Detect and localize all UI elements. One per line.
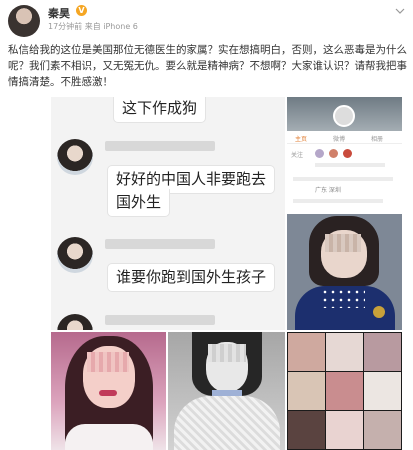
post-meta: 17分钟前 来自 iPhone 6 — [48, 22, 138, 31]
chat-bubble: 这下作成狗 — [113, 97, 207, 123]
follower-avatar — [315, 149, 324, 158]
blurred-name — [105, 239, 215, 249]
portrait-image[interactable] — [51, 332, 166, 450]
tab-home: 主页 — [295, 136, 308, 143]
profile-screenshot-image[interactable]: 主页 微博 相册 关注 广东 深圳 — [287, 97, 402, 212]
tab-weibo: 微博 — [333, 136, 346, 143]
image-grid: 这下作成狗 好好的中国人非要跑去 国外生 谁要你跑到国外生孩子 主页 微博 相册… — [51, 97, 402, 450]
portrait-image[interactable] — [168, 332, 285, 450]
post-text: 私信给我的这位是美国那位无德医生的家属？实在想搞明白，否则，这么恶毒是为什么呢？… — [8, 44, 407, 88]
location-label: 广东 深圳 — [315, 187, 341, 194]
author-avatar[interactable] — [8, 5, 40, 37]
chevron-down-icon[interactable] — [395, 6, 405, 16]
verified-icon: V — [76, 5, 87, 16]
chat-avatar — [57, 314, 93, 330]
blurred-name — [105, 141, 215, 151]
blurred-name — [105, 315, 215, 325]
chat-avatar — [57, 237, 93, 273]
portrait-image[interactable] — [287, 214, 402, 330]
post-header: 秦昊 V 17分钟前 来自 iPhone 6 — [0, 0, 413, 40]
author-name[interactable]: 秦昊 — [48, 5, 70, 21]
follower-avatar — [329, 149, 338, 158]
chat-avatar — [57, 139, 93, 175]
chat-bubble: 国外生 — [107, 189, 171, 217]
thumbnail-collage-image[interactable] — [287, 332, 402, 450]
chat-screenshot-image[interactable]: 这下作成狗 好好的中国人非要跑去 国外生 谁要你跑到国外生孩子 — [51, 97, 285, 330]
fans-label: 关注 — [291, 152, 304, 159]
chat-bubble: 谁要你跑到国外生孩子 — [107, 263, 276, 292]
profile-avatar — [333, 105, 355, 127]
follower-avatar — [343, 149, 352, 158]
tab-album: 相册 — [371, 136, 384, 143]
